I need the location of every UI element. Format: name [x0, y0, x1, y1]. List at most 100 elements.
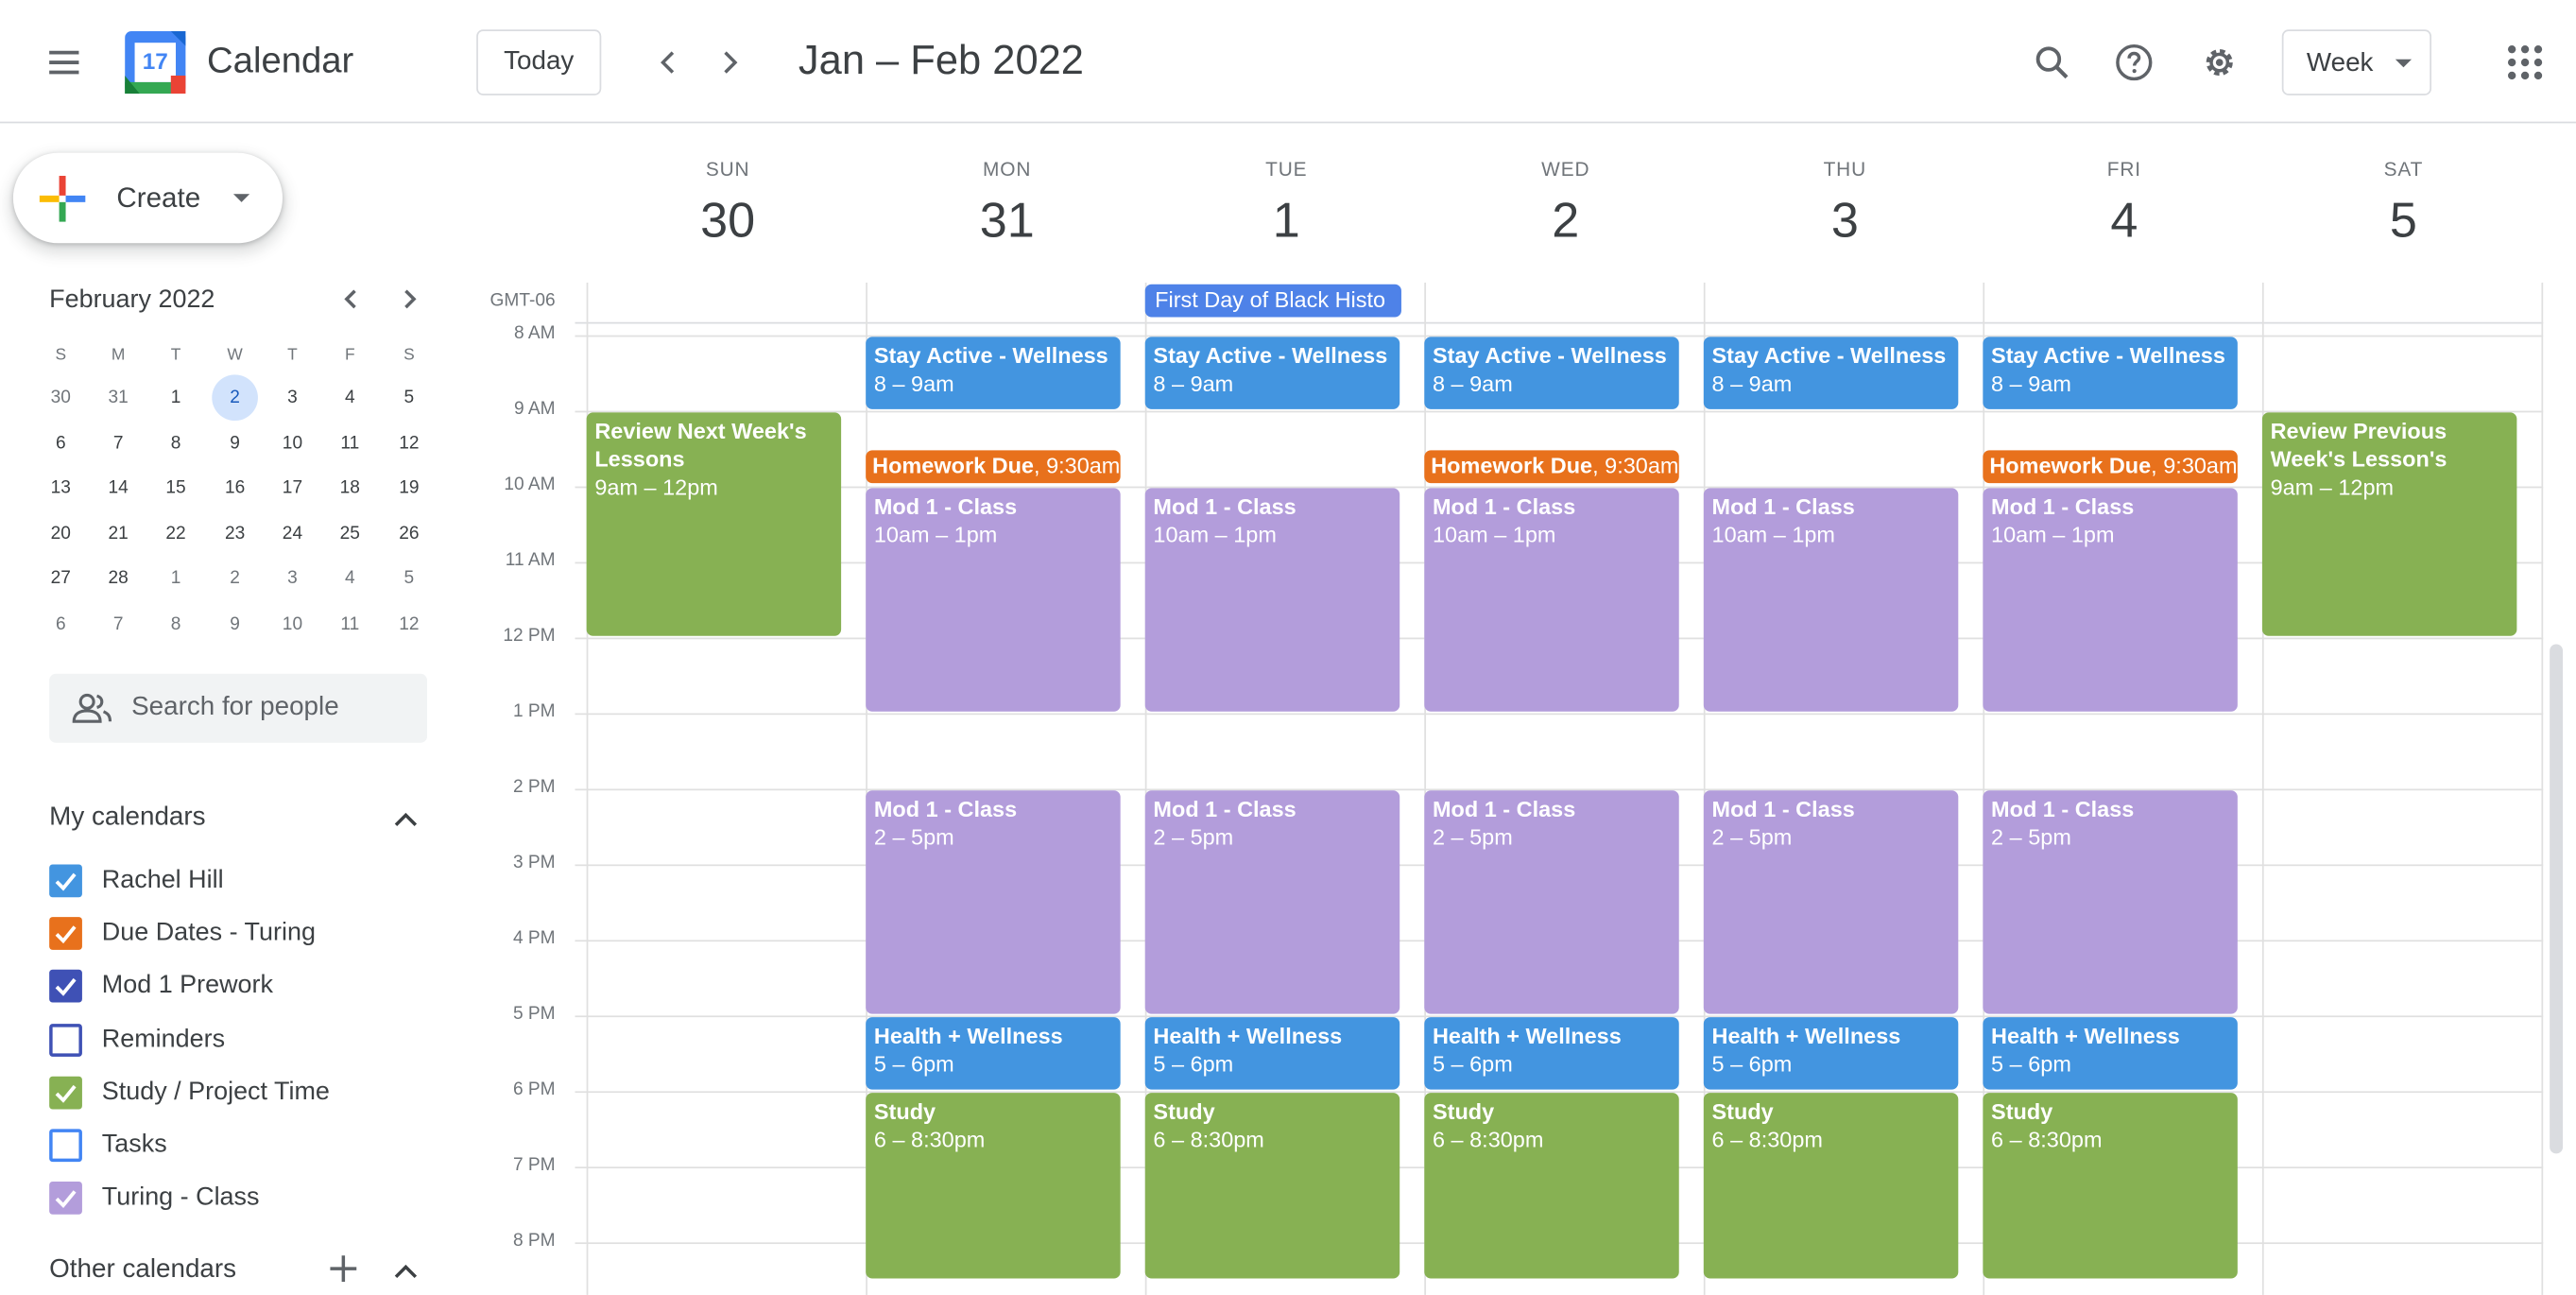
calendar-item[interactable]: Tasks [49, 1119, 427, 1172]
mini-calendar-day[interactable]: 18 [320, 465, 380, 511]
day-number[interactable]: 30 [588, 194, 867, 250]
mini-calendar-day[interactable]: 25 [320, 510, 380, 557]
mini-calendar-day[interactable]: 20 [31, 510, 91, 557]
day-number[interactable]: 1 [1146, 194, 1426, 250]
day-number[interactable]: 4 [1984, 194, 2264, 250]
search-icon[interactable] [2019, 29, 2086, 95]
calendar-event[interactable]: Study 6 – 8:30pm [1424, 1093, 1679, 1279]
calendar-item[interactable]: Due Dates - Turing [49, 907, 427, 960]
mini-calendar-day[interactable]: 15 [146, 465, 206, 511]
mini-calendar-day[interactable]: 6 [31, 420, 91, 466]
mini-calendar-day[interactable]: 4 [320, 556, 380, 602]
mini-calendar-day[interactable]: 21 [89, 510, 148, 557]
mini-calendar-day[interactable]: 8 [146, 600, 206, 647]
calendar-item[interactable]: Reminders [49, 1013, 427, 1066]
mini-calendar-day[interactable]: 23 [205, 510, 265, 557]
calendar-event[interactable]: Review Next Week's Lessons 9am – 12pm [586, 412, 842, 636]
next-week-icon[interactable] [696, 29, 763, 95]
mini-calendar-day[interactable]: 5 [380, 374, 439, 421]
calendar-event[interactable]: Stay Active - Wellness 8 – 9am [1703, 337, 1959, 409]
mini-calendar-day[interactable]: 10 [263, 600, 322, 647]
mini-calendar-day[interactable]: 12 [380, 600, 439, 647]
collapse-other-calendars-icon[interactable] [393, 1260, 420, 1280]
mini-calendar-day[interactable]: 6 [31, 600, 91, 647]
mini-calendar-day[interactable]: 30 [31, 374, 91, 421]
calendar-event[interactable]: Stay Active - Wellness 8 – 9am [1424, 337, 1679, 409]
calendar-item[interactable]: Rachel Hill [49, 855, 427, 907]
calendar-event[interactable]: Health + Wellness 5 – 6pm [1703, 1017, 1959, 1090]
search-people-field[interactable]: Search for people [49, 673, 428, 743]
checkbox-unchecked-icon[interactable] [49, 1023, 82, 1057]
calendar-event[interactable]: Mod 1 - Class 10am – 1pm [1703, 488, 1959, 712]
mini-calendar-day[interactable]: 28 [89, 556, 148, 602]
grid-scrollbar[interactable] [2550, 644, 2564, 1154]
calendar-item[interactable]: Mod 1 Prework [49, 960, 427, 1013]
mini-calendar-day[interactable]: 1 [146, 374, 206, 421]
mini-calendar-day[interactable]: 10 [263, 420, 322, 466]
checkbox-unchecked-icon[interactable] [49, 1129, 82, 1163]
mini-calendar-day[interactable]: 19 [380, 465, 439, 511]
mini-calendar-day[interactable]: 24 [263, 510, 322, 557]
settings-gear-icon[interactable] [2187, 29, 2253, 95]
calendar-event[interactable]: Homework Due, 9:30am [866, 450, 1121, 483]
mini-calendar-day[interactable]: 12 [380, 420, 439, 466]
calendar-event[interactable]: Study 6 – 8:30pm [1983, 1093, 2238, 1279]
mini-calendar-day[interactable]: 9 [205, 420, 265, 466]
mini-calendar-day[interactable]: 2 [205, 556, 265, 602]
previous-week-icon[interactable] [636, 29, 702, 95]
create-button[interactable]: Create [12, 152, 283, 244]
mini-calendar-next-icon[interactable] [380, 269, 439, 329]
calendar-event[interactable]: Mod 1 - Class 10am – 1pm [866, 488, 1121, 712]
help-icon[interactable] [2102, 29, 2168, 95]
calendar-event[interactable]: Stay Active - Wellness 8 – 9am [1144, 337, 1400, 409]
view-selector-button[interactable]: Week [2281, 29, 2431, 95]
main-menu-icon[interactable] [31, 29, 97, 95]
checkbox-checked-icon[interactable] [49, 864, 82, 898]
mini-calendar-day[interactable]: 26 [380, 510, 439, 557]
calendar-item[interactable]: Turing - Class [49, 1172, 427, 1225]
mini-calendar-day[interactable]: 11 [320, 600, 380, 647]
calendar-event[interactable]: Homework Due, 9:30am [1424, 450, 1679, 483]
calendar-event[interactable]: Health + Wellness 5 – 6pm [1424, 1017, 1679, 1090]
day-number[interactable]: 2 [1426, 194, 1706, 250]
calendar-event[interactable]: Mod 1 - Class 2 – 5pm [1424, 790, 1679, 1014]
calendar-event[interactable]: Health + Wellness 5 – 6pm [866, 1017, 1121, 1090]
calendar-event[interactable]: Health + Wellness 5 – 6pm [1144, 1017, 1400, 1090]
mini-calendar-selected-day[interactable]: 2 [212, 374, 258, 422]
calendar-logo-icon[interactable]: 17 [125, 31, 186, 95]
mini-calendar-day[interactable]: 7 [89, 600, 148, 647]
calendar-event[interactable]: Stay Active - Wellness 8 – 9am [1983, 337, 2238, 409]
calendar-event[interactable]: Mod 1 - Class 2 – 5pm [866, 790, 1121, 1014]
day-number[interactable]: 5 [2264, 194, 2544, 250]
checkbox-checked-icon[interactable] [49, 917, 82, 951]
all-day-event[interactable]: First Day of Black Histo [1144, 284, 1401, 318]
calendar-event[interactable]: Study 6 – 8:30pm [866, 1093, 1121, 1279]
calendar-event[interactable]: Stay Active - Wellness 8 – 9am [866, 337, 1121, 409]
calendar-item[interactable]: Study / Project Time [49, 1066, 427, 1119]
mini-calendar-prev-icon[interactable] [322, 269, 382, 329]
checkbox-checked-icon[interactable] [49, 1182, 82, 1216]
mini-calendar-day[interactable]: 3 [263, 374, 322, 421]
mini-calendar-day[interactable]: 8 [146, 420, 206, 466]
calendar-event[interactable]: Health + Wellness 5 – 6pm [1983, 1017, 2238, 1090]
mini-calendar-day[interactable]: 5 [380, 556, 439, 602]
day-number[interactable]: 3 [1706, 194, 1985, 250]
mini-calendar-day[interactable]: 31 [89, 374, 148, 421]
checkbox-checked-icon[interactable] [49, 1076, 82, 1110]
calendar-event[interactable]: Mod 1 - Class 2 – 5pm [1703, 790, 1959, 1014]
calendar-event[interactable]: Study 6 – 8:30pm [1703, 1093, 1959, 1279]
add-other-calendar-icon[interactable] [329, 1253, 358, 1283]
collapse-my-calendars-icon[interactable] [393, 808, 420, 828]
mini-calendar-day[interactable]: 9 [205, 600, 265, 647]
calendar-event[interactable]: Review Previous Week's Lesson's 9am – 12p… [2261, 412, 2517, 636]
mini-calendar-day[interactable]: 3 [263, 556, 322, 602]
today-button[interactable]: Today [476, 29, 602, 95]
calendar-event[interactable]: Mod 1 - Class 10am – 1pm [1424, 488, 1679, 712]
mini-calendar-day[interactable]: 11 [320, 420, 380, 466]
apps-grid-icon[interactable] [2492, 29, 2558, 95]
calendar-event[interactable]: Mod 1 - Class 2 – 5pm [1983, 790, 2238, 1014]
mini-calendar-day[interactable]: 27 [31, 556, 91, 602]
mini-calendar-day[interactable]: 7 [89, 420, 148, 466]
mini-calendar-day[interactable]: 16 [205, 465, 265, 511]
mini-calendar-day[interactable]: 17 [263, 465, 322, 511]
